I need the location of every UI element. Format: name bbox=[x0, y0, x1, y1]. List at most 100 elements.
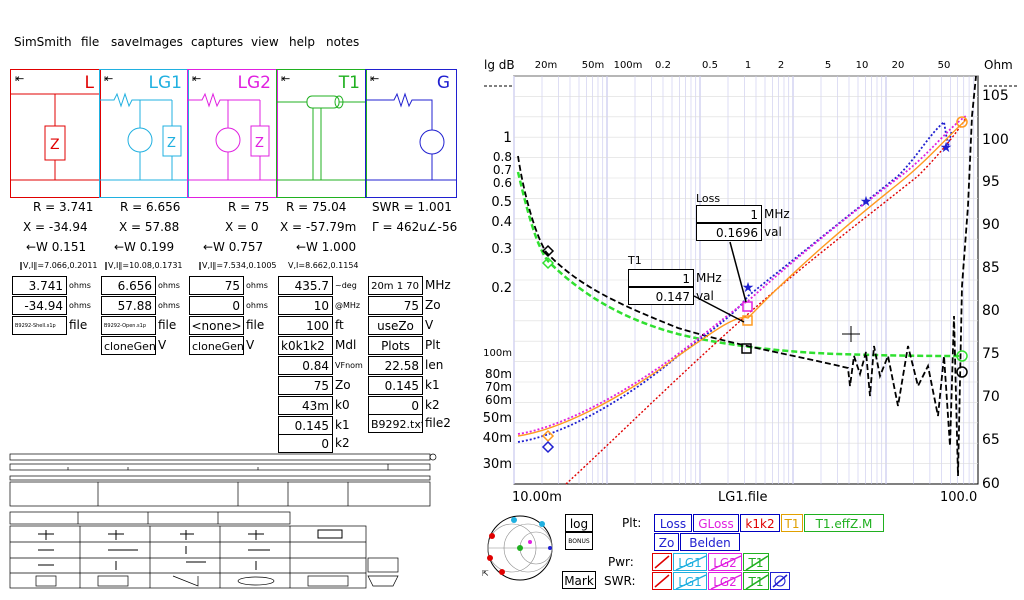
plot-gloss-button[interactable]: GLoss bbox=[693, 514, 739, 532]
left-tick-label: 0.3 bbox=[491, 242, 512, 257]
L-x-input[interactable]: -34.94 bbox=[12, 296, 67, 315]
LG2-clone-button[interactable]: cloneGen; bbox=[189, 336, 244, 355]
menu-help[interactable]: help bbox=[289, 35, 315, 49]
left-axis-label: lg dB bbox=[484, 58, 515, 72]
LG2-r-input[interactable]: 75 bbox=[189, 276, 244, 295]
plot-t1effz-button[interactable]: T1.effZ.M bbox=[804, 514, 884, 532]
smith-chart[interactable]: ⇱ bbox=[480, 512, 570, 582]
generator-icon bbox=[366, 92, 456, 181]
unit-label: Zo bbox=[335, 378, 351, 392]
plot-t1-button[interactable]: T1 bbox=[781, 514, 803, 532]
unit-label: ohms bbox=[246, 281, 268, 290]
load-impedance-icon: Z bbox=[11, 93, 100, 181]
L-file-input[interactable]: B9292-Shell.s1p bbox=[12, 316, 67, 335]
T1-k0-input[interactable]: 43m bbox=[278, 396, 333, 415]
unit-label: Plt bbox=[425, 338, 441, 352]
T1-length-input[interactable]: 100 bbox=[278, 316, 333, 335]
menu-view[interactable]: view bbox=[251, 35, 279, 49]
plot-loss-button[interactable]: Loss bbox=[654, 514, 692, 532]
menu-captures[interactable]: captures bbox=[191, 35, 243, 49]
swr-G-toggle[interactable] bbox=[770, 572, 790, 590]
marker-t1-unit: MHz bbox=[696, 271, 722, 285]
G-usezo-select[interactable]: useZo bbox=[368, 316, 423, 335]
marker-t1-val[interactable]: 0.147 bbox=[628, 287, 694, 305]
marker-t1-freq[interactable]: 1 bbox=[628, 269, 694, 287]
marker-loss-unit: MHz bbox=[764, 207, 790, 221]
T1-k1-input[interactable]: 0.145 bbox=[278, 416, 333, 435]
top-tick-label: 5 bbox=[825, 60, 831, 71]
block-T1[interactable]: ⇤ T1 bbox=[276, 69, 367, 198]
T1-degrees-input[interactable]: 435.7 bbox=[278, 276, 333, 295]
log-button[interactable]: log bbox=[565, 514, 593, 532]
pwr-T1-toggle[interactable]: T1 bbox=[743, 553, 769, 571]
pwr-L-toggle[interactable] bbox=[652, 553, 672, 571]
pwr-LG1-toggle[interactable]: LG1 bbox=[673, 553, 707, 571]
unit-label: k1 bbox=[335, 418, 350, 432]
G-plots-button[interactable]: Plots bbox=[368, 336, 423, 355]
menu-file[interactable]: file bbox=[81, 35, 99, 49]
swr-LG2-toggle[interactable]: LG2 bbox=[708, 572, 742, 590]
LG1-x-input[interactable]: 57.88 bbox=[101, 296, 156, 315]
block-LG1[interactable]: ⇤ LG1 Z bbox=[99, 69, 189, 198]
marker-loss-vunit: val bbox=[764, 225, 782, 239]
T1-vf-input[interactable]: 0.84 bbox=[278, 356, 333, 375]
LG2-reactance: X = 0 bbox=[225, 220, 259, 234]
G-sweep-input[interactable]: 20m 1 70 bbox=[368, 276, 423, 295]
left-tick-label: 0.6 bbox=[493, 176, 512, 190]
block-G[interactable]: ⇤ G bbox=[365, 69, 457, 198]
LG2-resistance: R = 75 bbox=[228, 200, 270, 214]
G-len-input[interactable]: 22.58 bbox=[368, 356, 423, 375]
T1-freq-input[interactable]: 10 bbox=[278, 296, 333, 315]
LG2-file-input[interactable]: <none> bbox=[189, 316, 244, 335]
top-tick-label: 100m bbox=[614, 60, 643, 71]
G-swr: SWR = 1.001 bbox=[372, 200, 452, 214]
L-resistance: R = 3.741 bbox=[33, 200, 94, 214]
T1-k2-input[interactable]: 0 bbox=[278, 434, 333, 453]
L-r-input[interactable]: 3.741 bbox=[12, 276, 67, 295]
marker-loss-val[interactable]: 0.1696 bbox=[696, 223, 762, 241]
chart-svg[interactable]: 20m 50m 100m 0.2 0.5 1 2 5 10 20 50 1 0.80.70.6 0.5 0.… bbox=[478, 56, 1024, 500]
bonus-button[interactable]: BONUS bbox=[565, 532, 593, 550]
top-tick-label: 2 bbox=[778, 60, 784, 71]
component-palette[interactable] bbox=[8, 452, 458, 592]
block-L[interactable]: ⇤ L Z bbox=[10, 69, 101, 198]
plot-zo-button[interactable]: Zo bbox=[654, 533, 679, 551]
LG1-file-input[interactable]: B9292-Open.s1p bbox=[101, 316, 156, 335]
menu-simsmith[interactable]: SimSmith bbox=[14, 35, 72, 49]
right-tick-label: 60 bbox=[982, 476, 1000, 492]
unit-label: V bbox=[425, 318, 434, 332]
T1-power: ←W 1.000 bbox=[296, 240, 357, 254]
swr-LG1-toggle[interactable]: LG1 bbox=[673, 572, 707, 590]
block-LG2[interactable]: ⇤ LG2 Z bbox=[187, 69, 278, 198]
swr-L-toggle[interactable] bbox=[652, 572, 672, 590]
G-gamma: Γ = 462u∠-56 bbox=[372, 220, 458, 234]
G-k1-input[interactable]: 0.145 bbox=[368, 376, 423, 395]
left-tick-label: 0.7 bbox=[493, 163, 512, 177]
right-tick-label: 65 bbox=[982, 432, 1000, 448]
left-tick-label: 50m bbox=[483, 411, 512, 426]
LG2-x-input[interactable]: 0 bbox=[189, 296, 244, 315]
L-power: ←W 0.151 bbox=[26, 240, 87, 254]
pwr-LG2-toggle[interactable]: LG2 bbox=[708, 553, 742, 571]
unit-label: k0 bbox=[335, 398, 350, 412]
G-zo-input[interactable]: 75 bbox=[368, 296, 423, 315]
T1-zo-input[interactable]: 75 bbox=[278, 376, 333, 395]
left-tick-label: 0.2 bbox=[491, 281, 512, 296]
swr-T1-toggle[interactable]: T1 bbox=[743, 572, 769, 590]
left-tick-label: 70m bbox=[485, 380, 512, 394]
plot-k1k2-button[interactable]: k1k2 bbox=[740, 514, 780, 532]
menu-notes[interactable]: notes bbox=[326, 35, 359, 49]
LG1-r-input[interactable]: 6.656 bbox=[101, 276, 156, 295]
unit-label: ohms bbox=[158, 301, 180, 310]
plot-area[interactable]: 20m 50m 100m 0.2 0.5 1 2 5 10 20 50 1 0.8 0.7 0.6 0.5 0.… bbox=[478, 56, 1024, 505]
plot-belden-button[interactable]: Belden bbox=[680, 533, 740, 551]
marker-loss-freq[interactable]: 1 bbox=[696, 205, 762, 223]
LG1-vi: ‖V,I‖=10.08,0.1731 bbox=[104, 261, 183, 270]
T1-model-select[interactable]: k0k1k2 bbox=[278, 336, 333, 355]
G-file2-input[interactable]: B9292.txt bbox=[368, 414, 423, 433]
menu-saveimages[interactable]: saveImages bbox=[111, 35, 183, 49]
G-k2-input[interactable]: 0 bbox=[368, 396, 423, 415]
top-tick-label: 50 bbox=[938, 60, 951, 71]
LG1-clone-button[interactable]: cloneGen; bbox=[101, 336, 156, 355]
mark-button[interactable]: Mark bbox=[562, 571, 596, 589]
